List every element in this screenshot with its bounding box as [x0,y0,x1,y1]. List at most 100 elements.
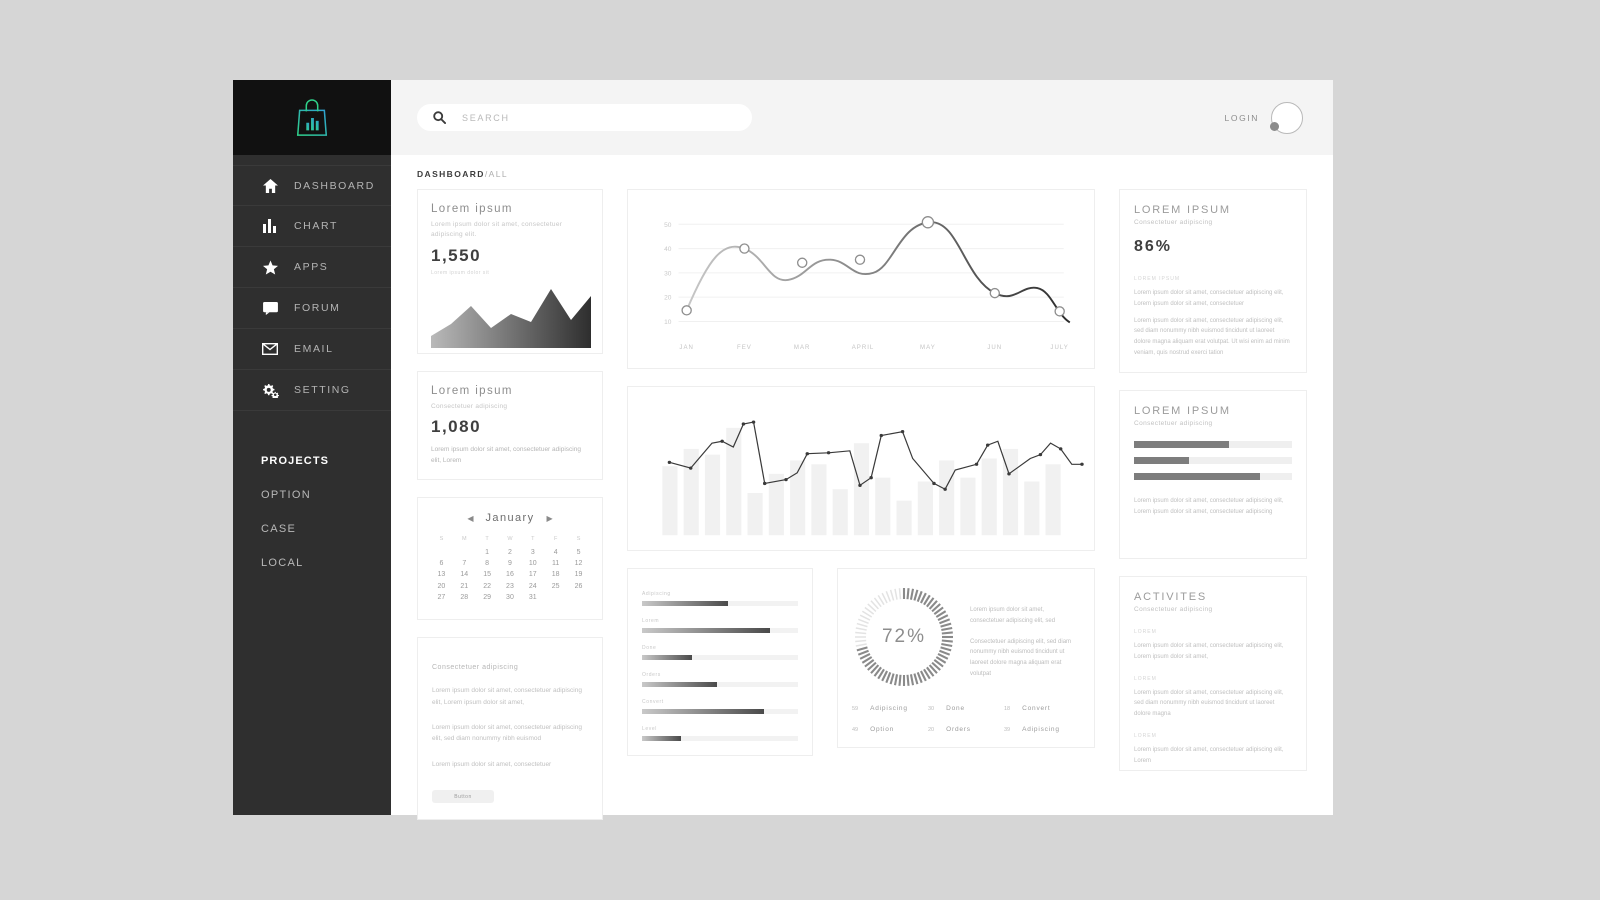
progress-row: Level [642,726,798,741]
calendar-weekday: T [485,536,489,543]
sidebar-item-option[interactable]: OPTION [261,489,391,501]
calendar-day[interactable]: 7 [453,558,476,569]
calendar-day[interactable]: 6 [430,558,453,569]
calendar-day[interactable]: 12 [567,558,590,569]
calendar-week: 6 7 8 9 10 11 12 [430,558,590,569]
projects-heading: PROJECTS [261,455,330,467]
calendar-day[interactable]: 15 [476,569,499,580]
donut-legend: 59 Adipiscing 30 Done 18 Convert 49 Opti… [852,689,1080,733]
legend-number: 18 [1004,706,1011,712]
progress-label: Done [642,645,657,651]
bottom-row: Adipiscing Lorem Done Orders Convert Lev… [627,568,1095,756]
sidebar-item-setting[interactable]: SETTING [233,370,391,411]
y-tick-20: 20 [664,295,672,302]
calendar-day[interactable] [567,592,590,603]
calendar-day[interactable]: 21 [453,580,476,591]
calendar-table: S M T W T F S 1 2 3 4 5 6 7 8 9 10 11 12… [430,536,590,603]
calendar-day[interactable]: 29 [476,592,499,603]
legend-item: 39 Adipiscing [1004,726,1080,733]
gears-icon [261,382,279,398]
calendar-day[interactable]: 4 [544,546,567,557]
envelope-icon [261,341,279,357]
bar-series [662,427,1061,536]
content-area: DASHBOARD/ALL Lorem ipsum Lorem ipsum do… [391,155,1333,821]
calendar-widget: ◀ January ▶ S M T W T F S 1 2 3 4 5 6 7 … [417,497,603,621]
search-bar[interactable] [417,104,752,131]
legend-label: Done [946,705,965,712]
sidebar-item-email[interactable]: EMAIL [233,329,391,370]
sidebar-item-apps[interactable]: APPS [233,247,391,288]
calendar-day[interactable]: 17 [521,569,544,580]
calendar-day[interactable] [544,592,567,603]
sidebar-item-label: CHART [294,220,338,232]
sidebar-item-case[interactable]: CASE [261,523,391,535]
calendar-month: January [485,512,535,525]
logo-container[interactable] [233,80,391,155]
chevron-left-icon[interactable]: ◀ [467,514,473,523]
calendar-day[interactable]: 11 [544,558,567,569]
login-label[interactable]: LOGIN [1225,113,1259,123]
percent-card-section-label: LOREM IPSUM [1134,276,1181,282]
breadcrumb-current[interactable]: DASHBOARD [417,169,485,179]
sidebar-item-dashboard[interactable]: DASHBOARD [233,165,391,206]
calendar-day[interactable]: 3 [521,546,544,557]
calendar-weekday: F [553,536,558,543]
calendar-day[interactable]: 30 [499,592,522,603]
calendar-day[interactable] [430,546,453,557]
x-tick-fev: FEV [737,345,752,351]
calendar-day[interactable]: 31 [521,592,544,603]
calendar-day[interactable] [453,546,476,557]
legend-item: 30 Done [928,705,1004,712]
calendar-day[interactable]: 24 [521,580,544,591]
projects-section: PROJECTS OPTION CASE LOCAL [233,455,391,591]
calendar-day[interactable]: 9 [499,558,522,569]
progress-label: Convert [642,699,664,705]
calendar-day[interactable]: 25 [544,580,567,591]
sidebar-item-label: DASHBOARD [294,179,375,192]
calendar-day[interactable]: 20 [430,580,453,591]
data-point-may [921,216,935,229]
breadcrumb: DASHBOARD/ALL [417,169,1307,179]
sidebar-item-local[interactable]: LOCAL [261,557,391,569]
text-card-button[interactable]: Button [432,790,494,804]
activity-label: LOREM [1134,675,1157,682]
avatar[interactable] [1270,101,1303,134]
chevron-right-icon[interactable]: ▶ [546,514,552,523]
calendar-day[interactable]: 1 [476,546,499,557]
calendar-day[interactable]: 23 [499,580,522,591]
bars-card-paragraph: Lorem ipsum dolor sit amet, consectetuer… [1134,498,1284,515]
donut-text: Lorem ipsum dolor sit amet, consectetuer… [970,585,1080,689]
progress-track [642,655,798,660]
bar-fill [1134,457,1190,464]
stat-body: Lorem ipsum dolor sit amet, consectetuer… [431,446,581,465]
calendar-day[interactable]: 8 [476,558,499,569]
search-icon [433,111,446,124]
bars-card-title: LOREM IPSUM [1134,405,1231,417]
line-chart-card: 50 40 30 20 10 JAN FEV MAR APRIL MAY JUN… [627,189,1095,369]
calendar-day[interactable]: 19 [567,569,590,580]
progress-track [642,601,798,606]
calendar-day[interactable]: 5 [567,546,590,557]
calendar-day[interactable]: 27 [430,592,453,603]
calendar-day[interactable]: 10 [521,558,544,569]
search-input[interactable] [462,112,702,123]
calendar-weekday-row: S M T W T F S [430,536,590,546]
sidebar-item-chart[interactable]: CHART [233,206,391,247]
progress-fill [642,682,717,687]
calendar-day[interactable]: 14 [453,569,476,580]
percent-card-paragraph: Lorem ipsum dolor sit amet, consectetuer… [1134,290,1284,307]
calendar-day[interactable]: 16 [499,569,522,580]
progress-donut: 72% [852,585,956,689]
activity-text: Lorem ipsum dolor sit amet, consectetuer… [1134,643,1284,660]
y-tick-50: 50 [664,222,672,229]
calendar-day[interactable]: 26 [567,580,590,591]
calendar-day[interactable]: 13 [430,569,453,580]
calendar-day[interactable]: 22 [476,580,499,591]
progress-row: Done [642,645,798,660]
progress-track [642,628,798,633]
calendar-day[interactable]: 2 [499,546,522,557]
breadcrumb-scope[interactable]: ALL [489,169,508,179]
sidebar-item-forum[interactable]: FORUM [233,288,391,329]
calendar-day[interactable]: 28 [453,592,476,603]
calendar-day[interactable]: 18 [544,569,567,580]
